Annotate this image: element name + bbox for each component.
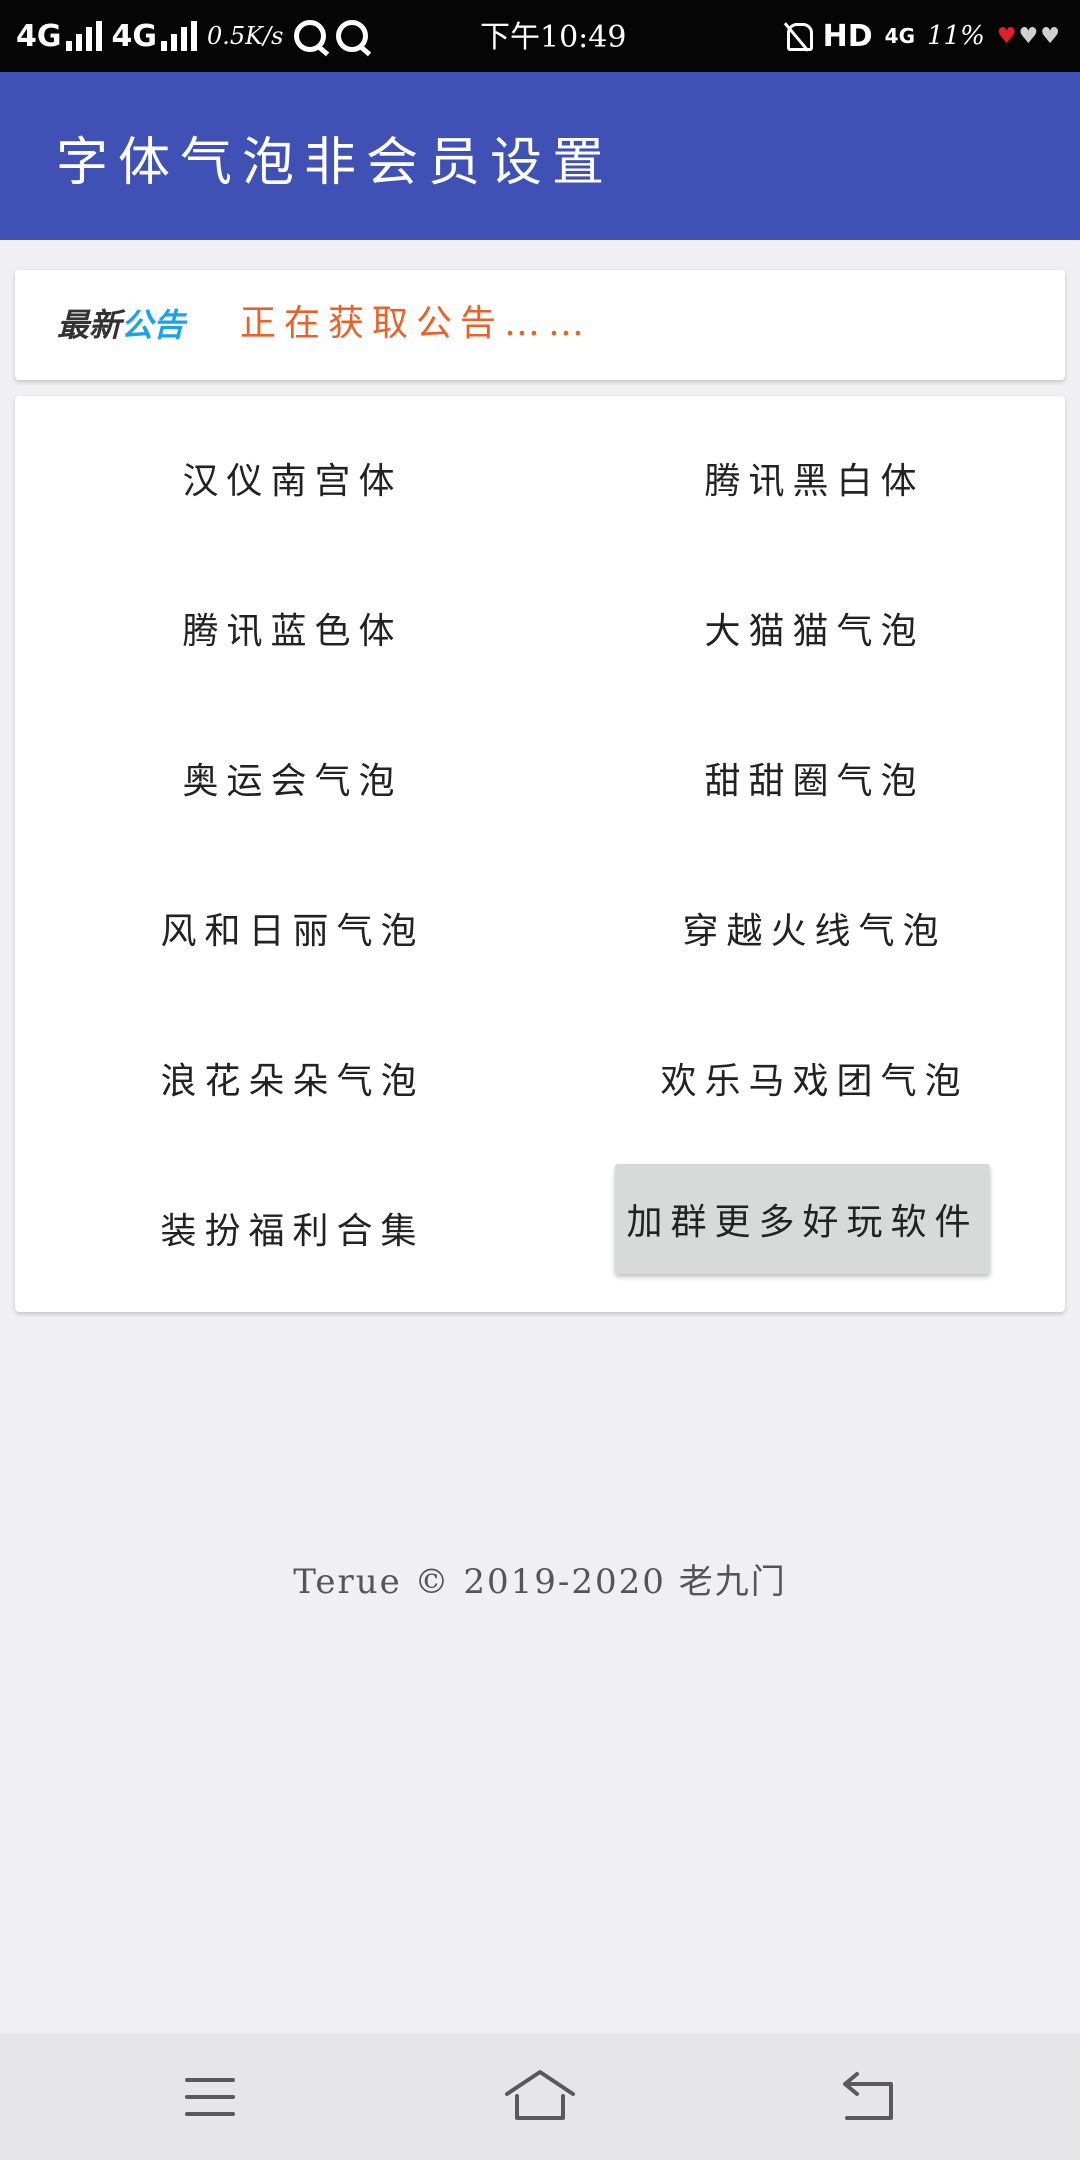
status-right: HD 4G 11% ♥ ♥ ♥: [783, 0, 1060, 72]
menu-icon[interactable]: [165, 2062, 255, 2132]
navigation-bar: [0, 2034, 1080, 2160]
logo-part-2: 公告: [121, 306, 186, 344]
announcement-card[interactable]: 最新公告 正在获取公告……: [15, 270, 1065, 380]
home-icon[interactable]: [495, 2062, 585, 2132]
battery-hearts-icon: ♥ ♥ ♥: [996, 23, 1060, 49]
status-bar: 4G 4G 0.5K/s 下午10:49 HD 4G 11% ♥ ♥ ♥: [0, 0, 1080, 72]
hd-indicator: HD: [822, 18, 873, 54]
option-olympics-bubble[interactable]: 奥运会气泡: [105, 723, 480, 833]
logo-part-1: 最新: [57, 306, 122, 344]
app-bar: 字体气泡非会员设置: [0, 72, 1080, 240]
option-dressup-collection[interactable]: 装扮福利合集: [105, 1173, 480, 1283]
option-tencent-blue-font[interactable]: 腾讯蓝色体: [105, 573, 480, 683]
footer-copyright: Terue © 2019-2020 老九门: [293, 1562, 787, 1602]
qq-icon: [335, 20, 368, 52]
network-type-3: 4G: [884, 24, 915, 48]
option-donut-bubble[interactable]: 甜甜圈气泡: [627, 723, 1002, 833]
join-group-button[interactable]: 加群更多好玩软件: [615, 1164, 990, 1274]
status-left: 4G 4G 0.5K/s: [16, 0, 368, 72]
signal-bars-icon: [65, 21, 102, 51]
option-spray-bubble[interactable]: 浪花朵朵气泡: [105, 1023, 480, 1133]
page-title: 字体气泡非会员设置: [56, 133, 615, 193]
clock: 下午10:49: [480, 20, 627, 55]
network-type-2: 4G: [111, 18, 158, 54]
announcement-text: 正在获取公告……: [240, 303, 593, 344]
signal-bars-icon: [161, 21, 197, 51]
option-hanyi-nangong-font[interactable]: 汉仪南宫体: [105, 423, 480, 533]
muted-bell-icon: [783, 21, 813, 51]
option-tencent-black-white-font[interactable]: 腾讯黑白体: [627, 423, 1002, 533]
option-sunny-bubble[interactable]: 风和日丽气泡: [105, 873, 480, 983]
options-grid: 汉仪南宫体 腾讯黑白体 腾讯蓝色体 大猫猫气泡 奥运会气泡 甜甜圈气泡 风和日丽…: [15, 396, 1065, 1312]
option-big-cat-bubble[interactable]: 大猫猫气泡: [627, 573, 1002, 683]
qq-icon: [293, 20, 326, 52]
back-icon[interactable]: [825, 2062, 915, 2132]
option-circus-bubble[interactable]: 欢乐马戏团气泡: [627, 1023, 1002, 1133]
network-type-1: 4G: [16, 18, 62, 54]
signal-1: 4G: [16, 19, 102, 54]
network-speed: 0.5K/s: [207, 22, 284, 50]
announcement-logo: 最新公告: [57, 300, 185, 346]
battery-level: 11%: [927, 21, 985, 51]
signal-2: 4G: [111, 18, 197, 54]
option-crossfire-bubble[interactable]: 穿越火线气泡: [627, 873, 1002, 983]
